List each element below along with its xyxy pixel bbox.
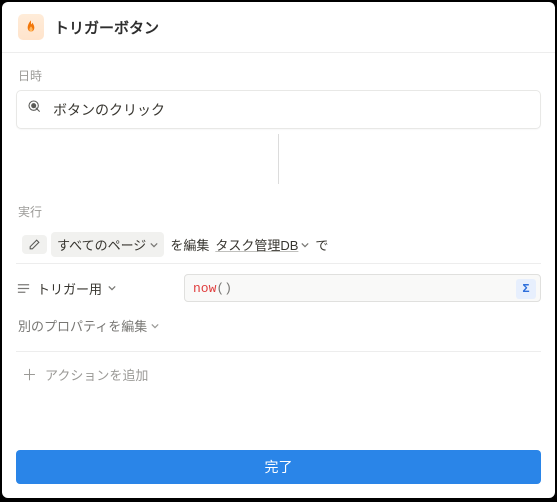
click-target-icon bbox=[27, 99, 43, 120]
add-action-button[interactable]: ＋ アクションを追加 bbox=[16, 351, 541, 397]
done-button[interactable]: 完了 bbox=[16, 450, 541, 484]
dialog-header: トリガーボタン bbox=[2, 2, 555, 53]
chevron-down-icon bbox=[301, 241, 309, 249]
trigger-event-row[interactable]: ボタンのクリック bbox=[16, 90, 541, 129]
fire-icon bbox=[18, 14, 44, 40]
plus-icon: ＋ bbox=[22, 364, 37, 385]
edit-action-chip[interactable] bbox=[22, 235, 47, 254]
exec-section-label: 実行 bbox=[2, 189, 555, 226]
chevron-down-icon bbox=[108, 284, 116, 292]
property-assignment-row: トリガー用 now() Σ bbox=[16, 274, 541, 302]
chevron-down-icon bbox=[151, 322, 159, 330]
target-database[interactable]: タスク管理DB bbox=[215, 235, 309, 254]
sigma-icon: Σ bbox=[522, 282, 529, 296]
chevron-down-icon bbox=[150, 241, 158, 249]
dialog-title: トリガーボタン bbox=[54, 17, 159, 38]
edit-another-property[interactable]: 別のプロパティを編集 bbox=[18, 312, 539, 339]
edit-word: を編集 bbox=[168, 235, 211, 254]
dialog-footer: 完了 bbox=[2, 438, 555, 498]
formula-input[interactable]: now() Σ bbox=[184, 274, 541, 302]
trigger-section-label: 日時 bbox=[2, 53, 555, 90]
property-selector[interactable]: トリガー用 bbox=[16, 279, 184, 298]
trigger-event-text: ボタンのクリック bbox=[53, 100, 165, 120]
automation-dialog: トリガーボタン 日時 ボタンのクリック 実行 すべてのページ を編集 タスク管理… bbox=[2, 2, 555, 498]
pages-scope-chip[interactable]: すべてのページ bbox=[51, 232, 164, 257]
formula-button[interactable]: Σ bbox=[516, 279, 536, 299]
flow-divider bbox=[2, 129, 555, 189]
de-word: で bbox=[313, 235, 330, 254]
text-property-icon bbox=[16, 281, 31, 296]
exec-action-row: すべてのページ を編集 タスク管理DB で bbox=[16, 226, 541, 264]
